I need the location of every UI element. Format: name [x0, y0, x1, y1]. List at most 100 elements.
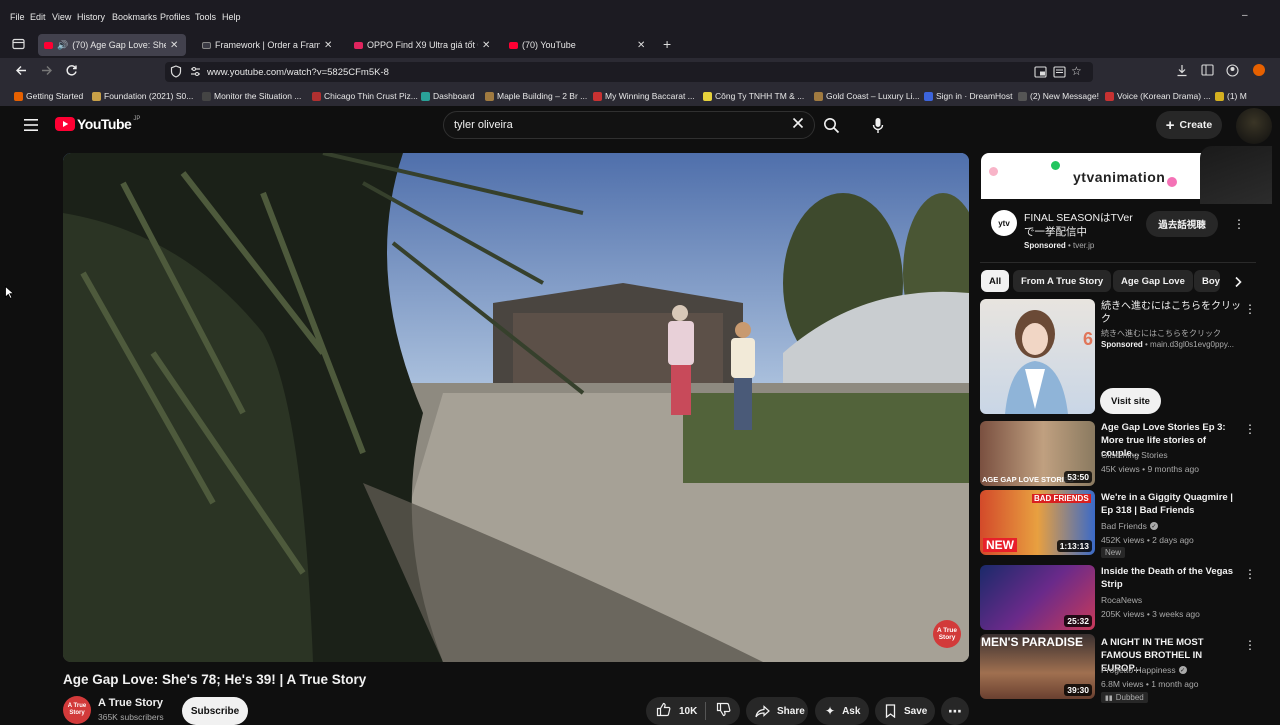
bookmark-item[interactable]: Maple Building – 2 Br ...	[485, 91, 587, 101]
bookmark-item[interactable]: Công Ty TNHH TM & ...	[703, 91, 804, 101]
more-vert-icon[interactable]: ⋮	[1244, 422, 1256, 436]
bookmark-item[interactable]: Gold Coast – Luxury Li...	[814, 91, 920, 101]
bookmark-favicon-icon	[202, 91, 211, 101]
close-tab-icon[interactable]: ✕	[324, 40, 334, 51]
close-tab-icon[interactable]: ✕	[170, 40, 180, 51]
voice-search-icon[interactable]	[872, 117, 884, 137]
search-icon[interactable]	[823, 117, 840, 137]
address-bar[interactable]: www.youtube.com/watch?v=5825CFm5K-8 ☆	[165, 62, 1093, 82]
url-text[interactable]: www.youtube.com/watch?v=5825CFm5K-8	[207, 67, 389, 78]
ad2-title[interactable]: 続きへ進むにはこちらをクリック	[1101, 300, 1241, 326]
chip-from-channel[interactable]: From A True Story	[1013, 270, 1112, 292]
menu-file[interactable]: File	[10, 12, 25, 22]
search-box[interactable]: tyler oliveira	[443, 111, 815, 139]
menu-view[interactable]: View	[52, 12, 71, 22]
channel-watermark[interactable]: A True Story	[933, 620, 961, 648]
reload-icon[interactable]	[65, 64, 78, 80]
bookmark-item[interactable]: Monitor the Situation ...	[202, 91, 301, 101]
bookmark-item[interactable]: Voice (Korean Drama) ...	[1105, 91, 1211, 101]
visit-site-button[interactable]: Visit site	[1100, 388, 1161, 414]
video-thumbnail[interactable]: AGE GAP LOVE STORIES 53:50	[980, 421, 1095, 486]
ad-title[interactable]: FINAL SEASONはTVerで一挙配信中	[1024, 211, 1136, 239]
minimize-icon[interactable]: –	[1242, 10, 1248, 21]
bookmark-favicon-icon	[593, 91, 602, 101]
like-button[interactable]	[656, 702, 671, 720]
tab-youtube[interactable]: (70) YouTube ✕	[505, 34, 651, 56]
subscribe-button[interactable]: Subscribe	[182, 697, 248, 725]
create-button[interactable]: + Create	[1156, 111, 1222, 139]
more-vert-icon[interactable]: ⋮	[1244, 302, 1256, 316]
picture-in-picture-icon[interactable]	[1034, 66, 1047, 81]
extension-icon[interactable]	[1253, 64, 1265, 76]
menu-bookmarks[interactable]: Bookmarks	[112, 12, 157, 22]
bookmark-item[interactable]: (1) M	[1215, 91, 1247, 101]
forward-icon[interactable]	[40, 64, 53, 80]
chevron-right-icon[interactable]	[1234, 276, 1242, 291]
save-button[interactable]: Save	[875, 697, 935, 725]
bookmark-item[interactable]: Sign in · DreamHost	[924, 91, 1013, 101]
bookmark-item[interactable]: Dashboard	[421, 91, 475, 101]
bookmark-item[interactable]: (2) New Message!	[1018, 91, 1099, 101]
more-vert-icon[interactable]: ⋮	[1244, 638, 1256, 652]
search-input[interactable]: tyler oliveira	[454, 119, 513, 131]
bookmark-item[interactable]: Getting Started	[14, 91, 83, 101]
back-icon[interactable]	[15, 64, 28, 80]
tab-overview-icon[interactable]	[12, 38, 25, 53]
chip-boy[interactable]: Boy	[1194, 270, 1220, 292]
dislike-button[interactable]	[716, 702, 731, 720]
menu-history[interactable]: History	[77, 12, 105, 22]
menu-profiles[interactable]: Profiles	[160, 12, 190, 22]
avatar[interactable]	[1236, 108, 1272, 144]
ad-banner[interactable]: ytvanimation	[981, 153, 1211, 199]
share-button[interactable]: Share	[746, 697, 808, 725]
menu-tools[interactable]: Tools	[195, 12, 216, 22]
channel-name[interactable]: Glistening Stories	[1101, 450, 1168, 460]
site-info-icon[interactable]	[189, 65, 202, 81]
chip-age-gap-love[interactable]: Age Gap Love	[1113, 270, 1193, 292]
hamburger-menu-icon[interactable]	[24, 119, 38, 134]
tab-age-gap-love[interactable]: 🔊 (70) Age Gap Love: She's 78; He's 39! …	[38, 34, 186, 56]
tab-framework[interactable]: Framework | Order a Framework Laptop ✕	[196, 34, 340, 56]
downloads-icon[interactable]	[1176, 64, 1188, 80]
youtube-favicon-icon	[44, 41, 53, 49]
ad2-thumbnail[interactable]: 6	[980, 299, 1095, 414]
channel-name[interactable]: Progetto Happiness	[1101, 665, 1176, 675]
reader-view-icon[interactable]	[1053, 66, 1066, 81]
video-thumbnail[interactable]: 25:32	[980, 565, 1095, 630]
chip-all[interactable]: All	[981, 270, 1010, 292]
bookmark-star-icon[interactable]: ☆	[1071, 64, 1082, 78]
ask-button[interactable]: ✦ Ask	[815, 697, 869, 725]
ad2-domain: main.d3gl0s1evg0ppy...	[1150, 340, 1234, 349]
menu-edit[interactable]: Edit	[30, 12, 46, 22]
speaker-icon[interactable]: 🔊	[57, 40, 68, 51]
close-tab-icon[interactable]: ✕	[637, 40, 647, 51]
bookmark-item[interactable]: My Winning Baccarat ...	[593, 91, 695, 101]
ad-cta-button[interactable]: 過去話視聴	[1146, 211, 1218, 237]
tab-oppo[interactable]: OPPO Find X9 Ultra giá tốt 04/2025 ✕	[350, 34, 496, 56]
clear-search-icon[interactable]	[792, 117, 804, 132]
shield-icon[interactable]	[170, 65, 182, 81]
youtube-logo[interactable]: YouTube JP	[55, 116, 140, 132]
new-tab-icon[interactable]: +	[663, 36, 671, 52]
bookmark-item[interactable]: Foundation (2021) S0...	[92, 91, 193, 101]
account-icon[interactable]	[1226, 64, 1239, 80]
close-tab-icon[interactable]: ✕	[482, 40, 492, 51]
bookmark-item[interactable]: Chicago Thin Crust Piz...	[312, 91, 418, 101]
video-player[interactable]: A True Story	[63, 153, 969, 662]
channel-name[interactable]: RocaNews	[1101, 595, 1142, 605]
more-vert-icon[interactable]: ⋮	[1233, 217, 1245, 231]
video-thumbnail[interactable]: BAD FRIENDS NEW 1:13:13	[980, 490, 1095, 555]
channel-name[interactable]: A True Story	[98, 697, 163, 709]
video-stats: 452K views • 2 days ago	[1101, 535, 1194, 545]
channel-name[interactable]: Bad Friends	[1101, 521, 1147, 531]
channel-line: Bad Friends ✓	[1101, 521, 1158, 531]
sidebar-toggle-icon[interactable]	[1201, 64, 1214, 79]
video-title[interactable]: Inside the Death of the Vegas Strip	[1101, 565, 1241, 591]
video-title[interactable]: We're in a Giggity Quagmire | Ep 318 | B…	[1101, 491, 1241, 517]
video-thumbnail[interactable]: MEN'S PARADISE 39:30	[980, 634, 1095, 699]
ad2-description: 続きへ進むにはこちらをクリック	[1101, 329, 1221, 338]
more-vert-icon[interactable]: ⋮	[1244, 567, 1256, 581]
menu-help[interactable]: Help	[222, 12, 241, 22]
ad-brand-avatar[interactable]: ytv	[991, 210, 1017, 236]
more-actions-button[interactable]: ⋯	[941, 697, 969, 725]
